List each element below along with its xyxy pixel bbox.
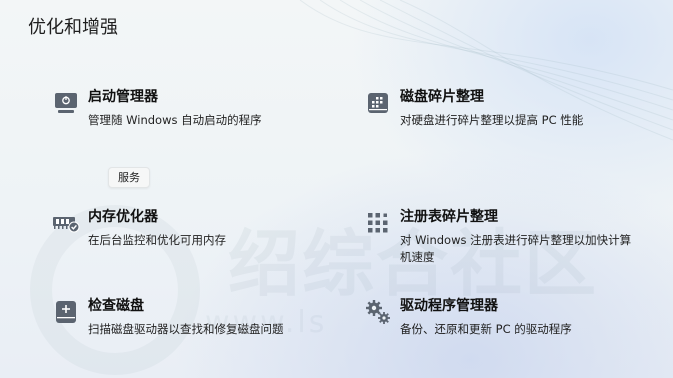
item-description: 对硬盘进行碎片整理以提高 PC 性能 <box>400 113 584 127</box>
startup-manager-item[interactable]: 启动管理器 管理随 Windows 自动启动的程序 <box>52 88 262 129</box>
item-title: 启动管理器 <box>88 89 158 105</box>
item-description: 在后台监控和优化可用内存 <box>88 233 226 247</box>
disk-defrag-icon <box>364 89 392 117</box>
memory-optimizer-item[interactable]: 内存优化器 在后台监控和优化可用内存 <box>52 208 226 249</box>
check-disk-item[interactable]: 检查磁盘 扫描磁盘驱动器以查找和修复磁盘问题 <box>52 297 284 338</box>
startup-monitor-icon <box>52 89 80 117</box>
item-description: 对 Windows 注册表进行碎片整理以加快计算机速度 <box>400 233 632 264</box>
item-title: 注册表碎片整理 <box>400 209 498 225</box>
disk-check-icon <box>52 298 80 326</box>
item-title: 驱动程序管理器 <box>400 298 498 314</box>
memory-chip-icon <box>52 209 80 237</box>
item-description: 管理随 Windows 自动启动的程序 <box>88 113 262 127</box>
item-description: 备份、还原和更新 PC 的驱动程序 <box>400 322 572 336</box>
item-title: 内存优化器 <box>88 209 158 225</box>
item-title: 磁盘碎片整理 <box>400 89 484 105</box>
disk-defrag-item[interactable]: 磁盘碎片整理 对硬盘进行碎片整理以提高 PC 性能 <box>364 88 583 129</box>
item-description: 扫描磁盘驱动器以查找和修复磁盘问题 <box>88 322 284 336</box>
page-title: 优化和增强 <box>28 17 118 38</box>
registry-defrag-item[interactable]: 注册表碎片整理 对 Windows 注册表进行碎片整理以加快计算机速度 <box>364 208 636 266</box>
registry-grid-icon <box>364 209 392 237</box>
tooltip-services: 服务 <box>108 167 150 188</box>
driver-manager-item[interactable]: 驱动程序管理器 备份、还原和更新 PC 的驱动程序 <box>364 297 572 338</box>
item-title: 检查磁盘 <box>88 298 144 314</box>
gears-icon <box>364 298 392 326</box>
